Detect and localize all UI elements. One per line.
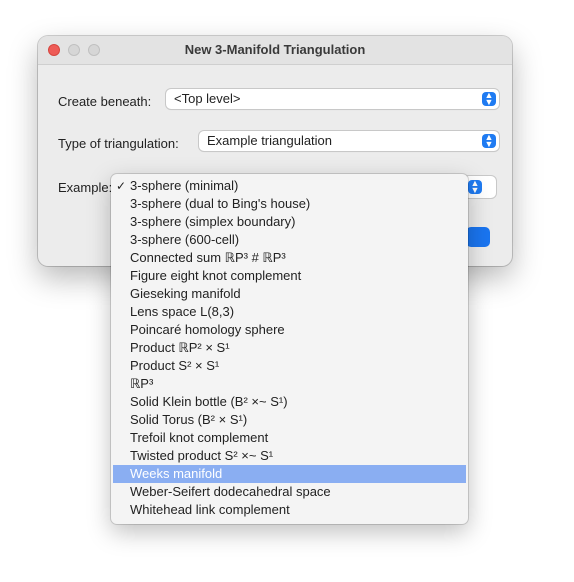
menu-item-label: Solid Klein bottle (B² ×~ S¹) [130, 394, 288, 409]
menu-item-label: Weeks manifold [130, 466, 223, 481]
menu-item[interactable]: Lens space L(8,3) [111, 303, 468, 321]
menu-item[interactable]: Product S² × S¹ [111, 357, 468, 375]
menu-item-label: Connected sum ℝP³ # ℝP³ [130, 250, 286, 265]
menu-item-label: Weber-Seifert dodecahedral space [130, 484, 331, 499]
example-label: Example: [58, 180, 113, 195]
menu-item[interactable]: 3-sphere (simplex boundary) [111, 213, 468, 231]
checkmark-icon: ✓ [116, 179, 127, 193]
menu-item[interactable]: 3-sphere (dual to Bing's house) [111, 195, 468, 213]
dialog-title: New 3-Manifold Triangulation [184, 42, 366, 57]
menu-item[interactable]: Poincaré homology sphere [111, 321, 468, 339]
up-down-chevron-icon: ▲ ▼ [468, 179, 482, 195]
menu-item-label: Poincaré homology sphere [130, 322, 285, 337]
title-bar: New 3-Manifold Triangulation [38, 36, 512, 65]
menu-item[interactable]: Connected sum ℝP³ # ℝP³ [111, 249, 468, 267]
menu-item-label: Solid Torus (B² × S¹) [130, 412, 248, 427]
menu-item[interactable]: Gieseking manifold [111, 285, 468, 303]
menu-item-label: Product ℝP² × S¹ [130, 340, 230, 355]
menu-item[interactable]: Solid Torus (B² × S¹) [111, 411, 468, 429]
menu-item[interactable]: ✓ 3-sphere (minimal) [111, 177, 468, 195]
menu-item[interactable]: 3-sphere (600-cell) [111, 231, 468, 249]
menu-item-label: Gieseking manifold [130, 286, 241, 301]
up-down-chevron-icon: ▲ ▼ [482, 133, 496, 149]
menu-item-label: 3-sphere (simplex boundary) [130, 214, 296, 229]
menu-item-label: Product S² × S¹ [130, 358, 220, 373]
menu-item-label: Lens space L(8,3) [130, 304, 235, 319]
triangulation-type-label: Type of triangulation: [58, 136, 179, 151]
menu-item-label: Whitehead link complement [130, 502, 290, 517]
menu-item[interactable]: Solid Klein bottle (B² ×~ S¹) [111, 393, 468, 411]
menu-item[interactable]: Weber-Seifert dodecahedral space [111, 483, 468, 501]
create-beneath-value: <Top level> [174, 91, 241, 106]
menu-item[interactable]: Whitehead link complement [111, 501, 468, 519]
create-beneath-label: Create beneath: [58, 94, 152, 109]
menu-item-label: Trefoil knot complement [130, 430, 269, 445]
triangulation-type-value: Example triangulation [207, 133, 333, 148]
menu-item-label: ℝP³ [130, 376, 154, 391]
ok-button[interactable] [466, 227, 490, 247]
triangulation-type-select[interactable]: Example triangulation ▲ ▼ [199, 131, 499, 151]
menu-item[interactable]: Figure eight knot complement [111, 267, 468, 285]
menu-item-label: Figure eight knot complement [130, 268, 302, 283]
create-beneath-select[interactable]: <Top level> ▲ ▼ [166, 89, 499, 109]
menu-item-label: 3-sphere (600-cell) [130, 232, 240, 247]
menu-item[interactable]: Weeks manifold [113, 465, 466, 483]
menu-item-label: Twisted product S² ×~ S¹ [130, 448, 274, 463]
menu-item[interactable]: Product ℝP² × S¹ [111, 339, 468, 357]
up-down-chevron-icon: ▲ ▼ [482, 91, 496, 107]
menu-item[interactable]: Trefoil knot complement [111, 429, 468, 447]
menu-item[interactable]: Twisted product S² ×~ S¹ [111, 447, 468, 465]
example-dropdown-menu: ✓ 3-sphere (minimal) 3-sphere (dual to Bin… [111, 174, 468, 524]
menu-item-label: 3-sphere (minimal) [130, 178, 239, 193]
menu-item-label: 3-sphere (dual to Bing's house) [130, 196, 311, 211]
menu-item[interactable]: ℝP³ [111, 375, 468, 393]
